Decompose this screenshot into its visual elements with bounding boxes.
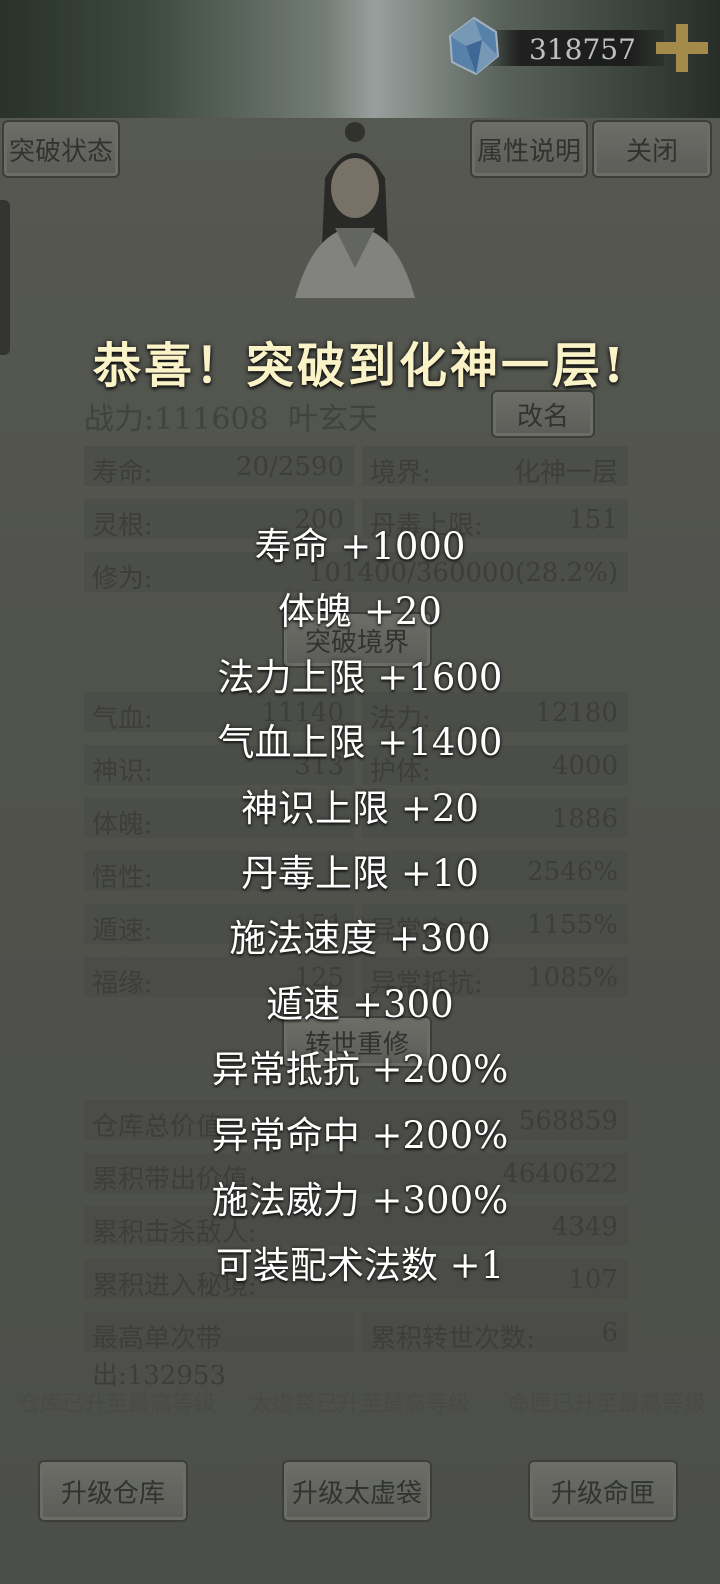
bonus-list: 寿命 +1000 体魄 +20 法力上限 +1600 气血上限 +1400 神识… xyxy=(0,514,720,1299)
bonus-item: 法力上限 +1600 xyxy=(217,655,503,699)
bonus-item: 遁速 +300 xyxy=(266,982,454,1026)
bonus-item: 神识上限 +20 xyxy=(241,786,479,830)
bonus-item: 施法威力 +300% xyxy=(211,1178,509,1222)
bonus-item: 气血上限 +1400 xyxy=(217,721,503,765)
bonus-item: 异常命中 +200% xyxy=(211,1113,509,1157)
bonus-item: 施法速度 +300 xyxy=(229,917,491,961)
bonus-item: 体魄 +20 xyxy=(278,590,442,634)
bonus-item: 寿命 +1000 xyxy=(254,525,466,568)
bonus-item: 丹毒上限 +10 xyxy=(241,851,479,895)
bonus-item: 可装配术法数 +1 xyxy=(215,1244,505,1288)
breakthrough-congrats-title: 恭喜！突破到化神一层! xyxy=(92,338,628,394)
bonus-item: 异常抵抗 +200% xyxy=(211,1048,509,1092)
